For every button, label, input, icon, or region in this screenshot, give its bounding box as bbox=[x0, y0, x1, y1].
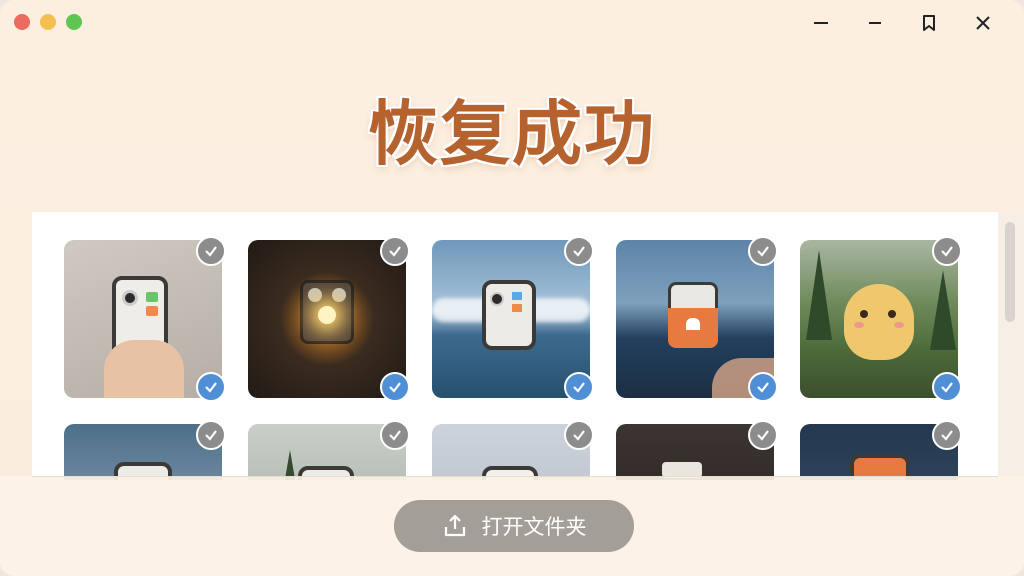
app-window: 恢复成功 打开文件夹 bbox=[0, 0, 1024, 576]
photo-card[interactable] bbox=[616, 420, 778, 480]
photo-card[interactable] bbox=[248, 420, 410, 480]
open-folder-button[interactable]: 打开文件夹 bbox=[394, 500, 634, 552]
check-circle-icon[interactable] bbox=[564, 420, 594, 450]
photo-card[interactable] bbox=[616, 236, 778, 402]
bookmark-button[interactable] bbox=[902, 10, 956, 36]
check-circle-icon[interactable] bbox=[196, 420, 226, 450]
photo-card[interactable] bbox=[800, 420, 962, 480]
scrollbar-thumb[interactable] bbox=[1005, 222, 1015, 322]
collapse-button[interactable] bbox=[848, 10, 902, 36]
traffic-lights bbox=[14, 14, 82, 30]
photo-thumbnail bbox=[616, 240, 774, 398]
checked-checkbox-icon[interactable] bbox=[196, 372, 226, 402]
check-circle-icon[interactable] bbox=[748, 236, 778, 266]
checked-checkbox-icon[interactable] bbox=[564, 372, 594, 402]
minimize-icon bbox=[869, 22, 881, 24]
photo-grid bbox=[64, 236, 962, 480]
check-circle-icon[interactable] bbox=[932, 236, 962, 266]
window-controls bbox=[794, 10, 1010, 36]
open-folder-label: 打开文件夹 bbox=[481, 515, 587, 539]
check-circle-icon[interactable] bbox=[196, 236, 226, 266]
close-icon bbox=[976, 16, 990, 30]
divider bbox=[32, 476, 998, 477]
photo-thumbnail bbox=[64, 240, 222, 398]
photo-thumbnail bbox=[248, 240, 406, 398]
close-button[interactable] bbox=[956, 10, 1010, 36]
check-circle-icon[interactable] bbox=[380, 420, 410, 450]
zoom-dot-icon[interactable] bbox=[66, 14, 82, 30]
photo-card[interactable] bbox=[64, 420, 226, 480]
minimize-icon bbox=[814, 22, 828, 24]
minimize-dot-icon[interactable] bbox=[40, 14, 56, 30]
photo-thumbnail bbox=[432, 240, 590, 398]
check-circle-icon[interactable] bbox=[380, 236, 410, 266]
photo-thumbnail bbox=[800, 240, 958, 398]
photo-card[interactable] bbox=[800, 236, 962, 402]
checked-checkbox-icon[interactable] bbox=[380, 372, 410, 402]
check-circle-icon[interactable] bbox=[564, 236, 594, 266]
photo-card[interactable] bbox=[64, 236, 226, 402]
checked-checkbox-icon[interactable] bbox=[932, 372, 962, 402]
photo-card[interactable] bbox=[432, 236, 594, 402]
photo-card[interactable] bbox=[248, 236, 410, 402]
bookmark-icon bbox=[923, 15, 935, 31]
minimize-button[interactable] bbox=[794, 10, 848, 36]
upload-icon bbox=[444, 514, 465, 537]
photo-grid-panel[interactable] bbox=[32, 212, 998, 480]
check-circle-icon[interactable] bbox=[932, 420, 962, 450]
page-title: 恢复成功 bbox=[368, 93, 656, 175]
close-dot-icon[interactable] bbox=[14, 14, 30, 30]
photo-card[interactable] bbox=[432, 420, 594, 480]
checked-checkbox-icon[interactable] bbox=[748, 372, 778, 402]
check-circle-icon[interactable] bbox=[748, 420, 778, 450]
